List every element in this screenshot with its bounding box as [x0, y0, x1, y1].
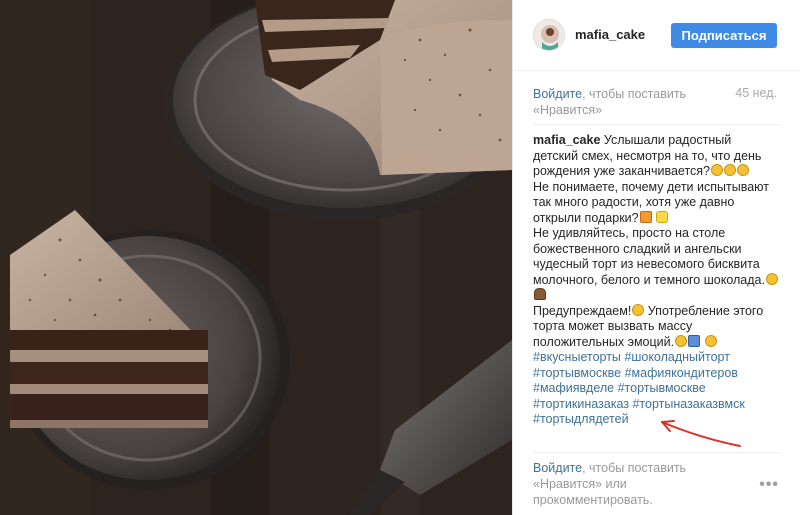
grinning-face-icon: [724, 164, 736, 176]
comment-prompt-text-2: «Нравится» или: [533, 477, 627, 491]
smiley-icon: [632, 303, 645, 316]
like-prompt: Войдите, чтобы поставить «Нравится»: [533, 86, 733, 118]
caption-username[interactable]: mafia_cake: [533, 133, 600, 147]
hashtag-line[interactable]: #тортывмоскве #мафиякондитеров: [533, 366, 785, 382]
box-icon: [688, 334, 701, 347]
post-time[interactable]: 45 нед.: [735, 86, 777, 100]
caption-line: mafia_cake Услышали радостный: [533, 133, 785, 149]
caption-line: Предупреждаем! Употребление этого: [533, 303, 785, 320]
annotation-arrow-icon: [661, 420, 741, 447]
sparkle-icon: [656, 210, 669, 223]
caption-text: Предупреждаем!: [533, 303, 632, 318]
comment-prompt-text-3: прокомментировать.: [533, 493, 653, 507]
comment-prompt: Войдите, чтобы поставить «Нравится» или …: [533, 460, 733, 508]
caption-line: положительных эмоций.: [533, 334, 785, 351]
caption-line: Не удивляйтесь, просто на столе: [533, 226, 726, 240]
like-prompt-text-2: «Нравится»: [533, 103, 603, 117]
avatar[interactable]: [533, 19, 565, 51]
post-caption: mafia_cake Услышали радостный детский см…: [533, 133, 785, 428]
login-link[interactable]: Войдите: [533, 461, 582, 475]
caption-line: молочного, белого и темного шоколада.: [533, 272, 785, 289]
cake-icon: [534, 288, 546, 300]
post-header: mafia_cake Подписаться: [513, 0, 800, 71]
smiley-icon: [704, 334, 717, 347]
hashtag-line[interactable]: #вкусныеторты #шоколадныйторт: [533, 350, 785, 366]
caption-line: [533, 288, 785, 304]
hashtag-line[interactable]: #мафиявделе #тортывмоскве: [533, 381, 785, 397]
caption-line: Не понимаете, почему дети испытывают: [533, 179, 769, 194]
caption-line: торта может вызвать массу: [533, 319, 693, 333]
divider: [533, 124, 781, 125]
caption-text: Услышали радостный: [600, 133, 732, 147]
caption-text: молочного, белого и темного шоколада.: [533, 272, 765, 287]
face-icon: [765, 272, 778, 285]
caption-text: Употребление этого: [644, 303, 764, 318]
avatar-image-icon: [534, 20, 564, 50]
caption-line: божественного сладкий и ангельски: [533, 241, 742, 256]
follow-button[interactable]: Подписаться: [671, 23, 777, 48]
comment-prompt-text-1: , чтобы поставить: [582, 461, 687, 475]
smiley-icon: [675, 334, 688, 347]
like-prompt-text-1: , чтобы поставить: [582, 87, 687, 101]
caption-line: так много радости, хотя уже давно: [533, 195, 735, 209]
caption-text: рождения уже заканчивается?: [533, 164, 710, 178]
caption-text: открыли подарки?: [533, 210, 639, 225]
caption-text: положительных эмоций.: [533, 334, 675, 349]
caption-line: открыли подарки?: [533, 210, 785, 227]
gift-icon: [639, 210, 652, 223]
caption-line: детский смех, несмотря на то, что день: [533, 148, 762, 163]
cake-photo-illustration: [0, 0, 512, 515]
grinning-face-icon: [711, 164, 723, 176]
username[interactable]: mafia_cake: [575, 27, 645, 42]
more-options-icon[interactable]: •••: [759, 476, 779, 494]
grinning-face-icon: [737, 164, 749, 176]
caption-line: чудесный торт из невесомого бисквита: [533, 257, 760, 271]
caption-line: рождения уже заканчивается?: [533, 164, 785, 180]
post-photo[interactable]: [0, 0, 512, 515]
login-link[interactable]: Войдите: [533, 87, 582, 101]
